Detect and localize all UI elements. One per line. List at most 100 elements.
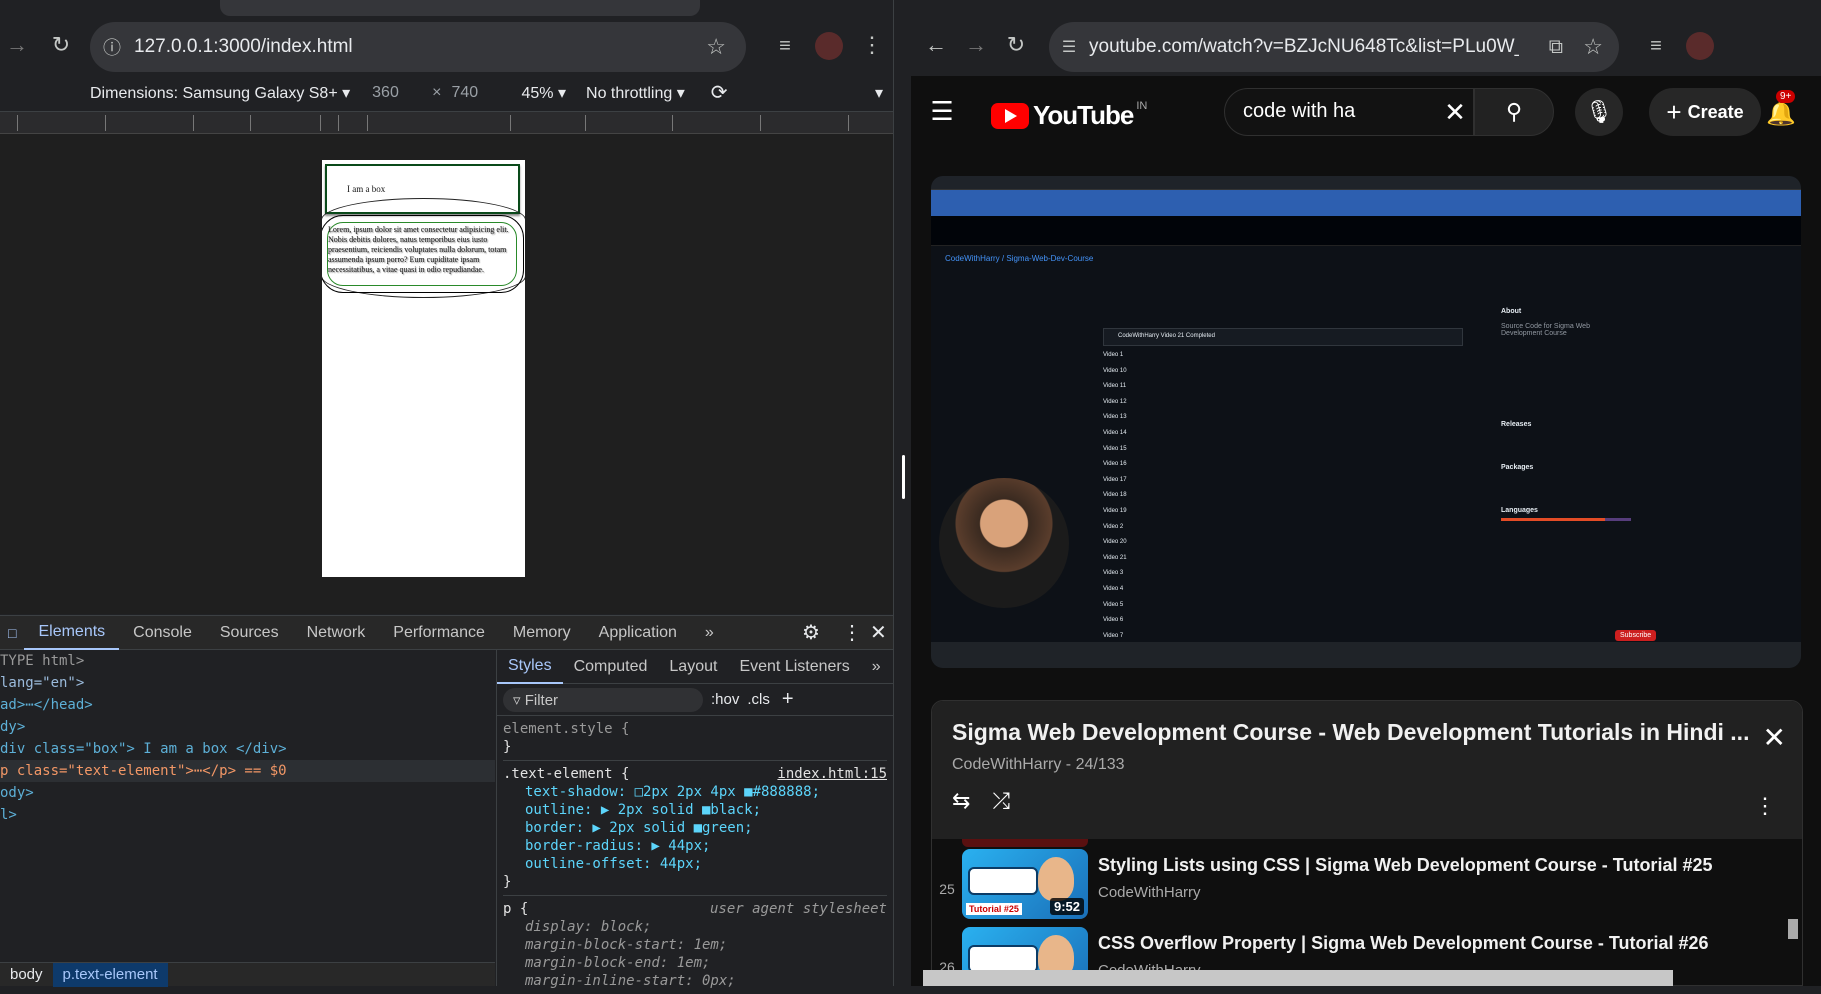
scrollbar-thumb[interactable] [1788, 919, 1798, 939]
profile-avatar[interactable] [815, 32, 843, 60]
device-more-icon[interactable]: ▾ [875, 83, 883, 103]
dom-line[interactable]: lang="en"> [0, 672, 495, 694]
settings-gear-icon[interactable]: ⚙ [802, 620, 820, 645]
create-button[interactable]: + Create [1649, 88, 1761, 136]
address-bar[interactable]: ☰ youtube.com/watch?v=BZJcNU648Tc&list=P… [1049, 22, 1619, 72]
cls-toggle[interactable]: .cls [747, 691, 770, 708]
reload-icon[interactable]: ↻ [46, 30, 76, 60]
tab-application[interactable]: Application [585, 615, 691, 650]
element-style-rule[interactable]: element.style { [503, 720, 887, 738]
dom-line[interactable]: dy> [0, 716, 495, 738]
css-property[interactable]: outline: ▶ 2px solid ■black; [503, 801, 887, 819]
shuffle-icon[interactable]: ⤮ [992, 788, 1010, 814]
dom-line[interactable]: div class="box"> I am a box </div> [0, 738, 495, 760]
filter-input[interactable]: ▿ Filter [503, 687, 703, 712]
languages-title: Languages [1501, 507, 1538, 514]
loop-icon[interactable]: ⇆ [952, 788, 970, 814]
horizontal-scrollbar[interactable] [923, 970, 1673, 986]
tab-computed[interactable]: Computed [563, 650, 659, 684]
menu-kebab-icon[interactable]: ⋮ [860, 30, 884, 60]
tab-elements[interactable]: Elements [24, 615, 120, 650]
dom-line[interactable]: l> [0, 804, 495, 826]
address-bar[interactable]: ⓘ 127.0.0.1:3000/index.html ☆ [90, 22, 746, 72]
dom-line[interactable]: ody> [0, 782, 495, 804]
css-property[interactable]: outline-offset: 44px; [503, 855, 887, 873]
css-property[interactable]: text-shadow: □2px 2px 4px ■#888888; [503, 783, 887, 801]
forward-icon[interactable]: → [963, 30, 989, 60]
splitter-grip[interactable] [902, 455, 905, 499]
video-player[interactable]: CodeWithHarry / Sigma-Web-Dev-Course Cod… [931, 176, 1801, 668]
throttling-select[interactable]: No throttling ▾ [586, 83, 685, 103]
tab-memory[interactable]: Memory [499, 615, 585, 650]
hamburger-menu-icon[interactable]: ☰ [929, 96, 955, 126]
devtools-menu-icon[interactable]: ⋮ [842, 620, 862, 645]
playlist-scrollbar[interactable] [1788, 841, 1798, 985]
file-row: Video 20 [1103, 539, 1127, 546]
window-splitter[interactable] [893, 0, 911, 986]
close-devtools-icon[interactable]: ✕ [870, 620, 887, 645]
device-screen[interactable]: I am a box Lorem, ipsum dolor sit amet c… [322, 160, 525, 577]
more-tabs-button[interactable]: » [691, 615, 728, 650]
crumb-p[interactable]: p.text-element [52, 962, 168, 987]
more-style-tabs[interactable]: » [861, 650, 892, 684]
site-info-icon[interactable]: ⓘ [90, 34, 134, 60]
youtube-logo[interactable]: YouTube IN [991, 100, 1147, 131]
file-row: Video 15 [1103, 445, 1127, 452]
close-playlist-icon[interactable]: ✕ [1763, 721, 1786, 754]
playlist-subtitle[interactable]: CodeWithHarry - 24/133 [952, 756, 1782, 774]
tab-network[interactable]: Network [293, 615, 380, 650]
css-property[interactable]: border-radius: ▶ 44px; [503, 837, 887, 855]
video-title[interactable]: Styling Lists using CSS | Sigma Web Deve… [1098, 855, 1713, 876]
playlist-title[interactable]: Sigma Web Development Course - Web Devel… [952, 719, 1782, 746]
inspect-icon[interactable]: □ [0, 615, 24, 650]
tab-styles[interactable]: Styles [497, 650, 563, 684]
crumb-body[interactable]: body [0, 963, 53, 987]
tab-sources[interactable]: Sources [206, 615, 293, 650]
bookmark-star-icon[interactable]: ☆ [706, 34, 726, 60]
new-rule-icon[interactable]: + [782, 688, 794, 711]
playlist-item[interactable]: 25 Tutorial #25 9:52 Styling Lists using… [932, 849, 1792, 927]
active-tab[interactable] [220, 0, 700, 16]
search-icon: ⚲ [1505, 99, 1523, 124]
zoom-select[interactable]: 45% ▾ [522, 83, 567, 103]
text-element-rule[interactable]: .text-element { index.html:15 [503, 760, 887, 783]
media-queue-icon[interactable]: ≡ [770, 32, 800, 60]
dom-line-selected[interactable]: p class="text-element">⋯</p> == $0 [0, 760, 495, 782]
css-property[interactable]: border: ▶ 2px solid ■green; [503, 819, 887, 837]
tab-layout[interactable]: Layout [658, 650, 728, 684]
media-queue-icon[interactable]: ≡ [1641, 32, 1671, 60]
bookmark-star-icon[interactable]: ☆ [1583, 34, 1603, 60]
video-title[interactable]: CSS Overflow Property | Sigma Web Develo… [1098, 933, 1709, 954]
channel-name[interactable]: CodeWithHarry [1098, 884, 1713, 901]
rule-source-link[interactable]: index.html:15 [777, 765, 887, 783]
height-input[interactable]: 740 [452, 84, 512, 102]
tab-event-listeners[interactable]: Event Listeners [728, 650, 860, 684]
search-input[interactable]: code with ha [1224, 88, 1474, 136]
video-thumbnail[interactable]: Tutorial #25 9:52 [962, 849, 1088, 919]
dom-line[interactable]: TYPE html> [0, 650, 495, 672]
reload-icon[interactable]: ↻ [1003, 30, 1029, 60]
rotate-icon[interactable]: ⟳ [711, 80, 728, 105]
device-select[interactable]: Dimensions: Samsung Galaxy S8+ ▾ [90, 83, 350, 103]
clear-search-icon[interactable]: ✕ [1441, 97, 1469, 127]
dom-line[interactable]: ad>⋯</head> [0, 694, 495, 716]
tab-console[interactable]: Console [119, 615, 206, 650]
devtools-tabbar: □ Elements Console Sources Network Perfo… [0, 615, 893, 650]
tab-performance[interactable]: Performance [379, 615, 499, 650]
subscribe-badge[interactable]: Subscribe [1615, 630, 1657, 641]
width-input[interactable]: 360 [372, 84, 432, 102]
search-button[interactable]: ⚲ [1474, 88, 1554, 136]
voice-search-button[interactable]: 🎙 [1575, 88, 1623, 136]
elements-tree[interactable]: TYPE html> lang="en"> ad>⋯</head> dy> di… [0, 650, 495, 962]
back-icon[interactable]: ← [923, 30, 949, 60]
right-browser-window: ← → ↻ ☰ youtube.com/watch?v=BZJcNU648Tc&… [911, 0, 1821, 986]
text-element: Lorem, ipsum dolor sit amet consectetur … [322, 215, 524, 293]
profile-avatar[interactable] [1686, 32, 1714, 60]
open-external-icon[interactable]: ⧉ [1549, 36, 1563, 59]
site-settings-icon[interactable]: ☰ [1049, 37, 1089, 57]
forward-icon[interactable]: → [4, 30, 30, 60]
youtube-wordmark: YouTube [1033, 100, 1134, 130]
video-duration: 9:52 [1049, 898, 1084, 915]
playlist-menu-icon[interactable]: ⋮ [1754, 793, 1776, 819]
hov-toggle[interactable]: :hov [711, 691, 739, 708]
